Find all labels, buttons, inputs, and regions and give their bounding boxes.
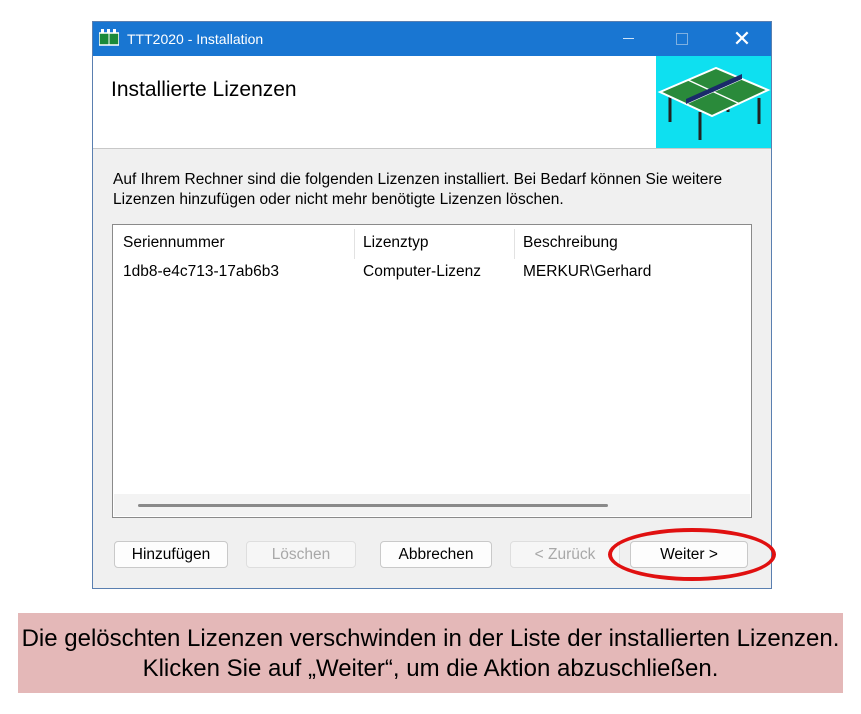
description-text: Auf Ihrem Rechner sind die folgenden Liz…: [113, 171, 723, 208]
maximize-icon: [676, 32, 688, 45]
column-header-type[interactable]: Lizenztyp: [363, 234, 428, 252]
license-serial-cell[interactable]: 1db8-e4c713-17ab6b3: [123, 263, 279, 281]
installer-window: TTT2020 - Installation ✕ Installierte Li…: [92, 21, 772, 589]
back-button[interactable]: < Zurück: [510, 541, 620, 568]
column-divider[interactable]: [514, 229, 515, 259]
next-button-highlight: [608, 528, 776, 581]
minimize-button[interactable]: [605, 22, 651, 56]
scrollbar-thumb[interactable]: [138, 504, 608, 507]
delete-button[interactable]: Löschen: [246, 541, 356, 568]
maximize-button[interactable]: [659, 22, 705, 56]
instruction-caption: Die gelöschten Lizenzen verschwinden in …: [18, 613, 843, 693]
close-button[interactable]: ✕: [719, 22, 765, 56]
license-type-cell[interactable]: Computer-Lizenz: [363, 263, 481, 281]
app-icon: [99, 29, 119, 46]
add-button[interactable]: Hinzufügen: [114, 541, 228, 568]
license-description-cell[interactable]: MERKUR\Gerhard: [523, 263, 651, 281]
close-icon: ✕: [732, 26, 752, 51]
license-list[interactable]: Seriennummer Lizenztyp Beschreibung 1db8…: [112, 224, 752, 518]
window-title: TTT2020 - Installation: [127, 31, 264, 47]
column-divider[interactable]: [354, 229, 355, 259]
wizard-header: Installierte Lizenzen: [93, 56, 771, 149]
title-bar[interactable]: TTT2020 - Installation ✕: [93, 22, 771, 56]
cancel-button[interactable]: Abbrechen: [380, 541, 492, 568]
page-title: Installierte Lizenzen: [111, 78, 297, 101]
minimize-icon: [622, 38, 634, 40]
ping-pong-table-icon: [656, 56, 771, 148]
column-header-description[interactable]: Beschreibung: [523, 234, 618, 252]
horizontal-scrollbar[interactable]: [114, 494, 750, 516]
caption-text: Die gelöschten Lizenzen verschwinden in …: [21, 625, 840, 682]
column-header-serial[interactable]: Seriennummer: [123, 234, 225, 252]
